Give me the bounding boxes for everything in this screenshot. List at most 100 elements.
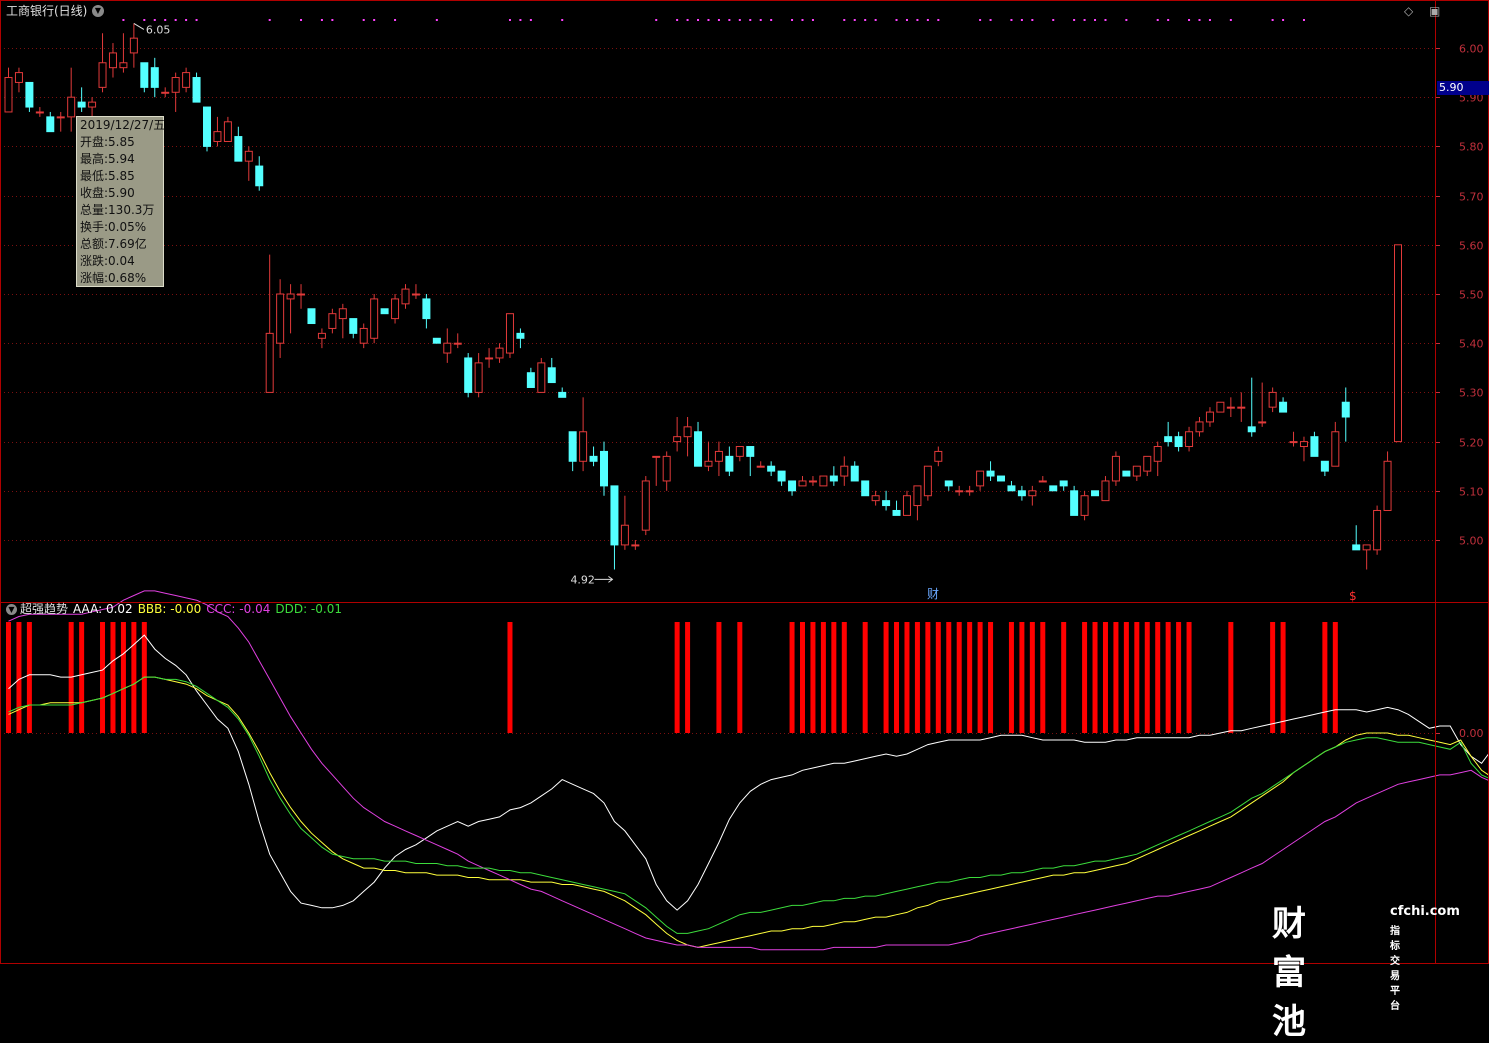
candle-body: [903, 496, 910, 516]
frame: [0, 0, 1489, 964]
event-dot: [1167, 19, 1169, 21]
tooltip-change-pct: 涨幅:0.68%: [80, 270, 163, 287]
candle-body: [130, 38, 137, 53]
candle-body: [1133, 466, 1140, 476]
signal-bar: [685, 622, 690, 733]
event-dot: [1010, 19, 1012, 21]
candle-body: [1280, 402, 1287, 412]
candle-body: [998, 476, 1005, 481]
signal-bar: [1061, 622, 1066, 733]
candle-body: [590, 456, 597, 461]
signal-bar: [507, 622, 512, 733]
price-tick-label: 5.40: [1459, 338, 1484, 351]
candle-body: [245, 151, 252, 161]
candle-body: [120, 63, 127, 68]
candle-body: [1332, 432, 1339, 466]
candle-body: [1206, 412, 1213, 422]
tooltip-amount: 总额:7.69亿: [80, 236, 163, 253]
candle-body: [109, 53, 116, 68]
candle-body: [695, 432, 702, 466]
current-price-badge: 5.90: [1437, 81, 1489, 95]
candle-body: [663, 456, 670, 481]
event-dot: [802, 19, 804, 21]
event-dot: [1031, 19, 1033, 21]
event-dot: [812, 19, 814, 21]
candle-body: [580, 432, 587, 462]
candle-body: [517, 333, 524, 338]
candle-body: [402, 289, 409, 304]
candles[interactable]: [5, 23, 1402, 569]
bbb-value: BBB: -0.00: [138, 602, 202, 616]
candle-body: [183, 73, 190, 88]
candle-body: [1321, 461, 1328, 471]
candle-body: [987, 471, 994, 476]
signal-bar: [1113, 622, 1118, 733]
candle-body: [1060, 481, 1067, 486]
event-dot: [143, 19, 145, 21]
event-dot: [269, 19, 271, 21]
candle-body: [506, 314, 513, 353]
event-dot: [1021, 19, 1023, 21]
signal-bar: [1019, 622, 1024, 733]
candle-body: [89, 102, 96, 107]
candle-body: [914, 486, 921, 506]
signal-bar: [1176, 622, 1181, 733]
event-dot: [196, 19, 198, 21]
price-tick-label: 5.20: [1459, 437, 1484, 450]
event-dot: [373, 19, 375, 21]
price-tick-label: 5.00: [1459, 535, 1484, 548]
candle-body: [527, 373, 534, 388]
signal-bar: [16, 622, 21, 733]
kline-chart-window[interactable]: 6.005.905.805.705.605.505.405.305.205.10…: [0, 0, 1489, 964]
candle-body: [318, 333, 325, 338]
candle-body: [224, 122, 231, 142]
signal-bar: [1166, 622, 1171, 733]
price-tick-label: 5.10: [1459, 486, 1484, 499]
price-tick-label: 5.60: [1459, 240, 1484, 253]
event-dot: [1157, 19, 1159, 21]
signal-bar: [925, 622, 930, 733]
event-dot: [906, 19, 908, 21]
candle-body: [1248, 427, 1255, 432]
event-dot: [707, 19, 709, 21]
candle-body: [36, 112, 43, 113]
event-dot: [927, 19, 929, 21]
signal-bar: [27, 622, 32, 733]
signal-bar: [831, 622, 836, 733]
candle-body: [1081, 496, 1088, 516]
candle-body: [632, 545, 639, 546]
signal-bar: [842, 622, 847, 733]
event-dot: [1094, 19, 1096, 21]
signal-bar: [1093, 622, 1098, 733]
candle-body: [820, 476, 827, 486]
candle-body: [193, 78, 200, 103]
candle-body: [1363, 545, 1370, 550]
candle-body: [1342, 402, 1349, 417]
candle-body: [1374, 510, 1381, 549]
chevron-down-icon[interactable]: ▼: [92, 5, 104, 17]
candle-body: [266, 333, 273, 392]
event-dot: [185, 19, 187, 21]
chart-title: 工商银行(日线): [6, 4, 87, 18]
candle-body: [204, 107, 211, 146]
chart-canvas[interactable]: 6.005.905.805.705.605.505.405.305.205.10…: [0, 0, 1489, 964]
candle-body: [538, 363, 545, 393]
event-dot: [1199, 19, 1201, 21]
event-dot: [363, 19, 365, 21]
signal-bar: [1134, 622, 1139, 733]
window-controls[interactable]: ◇ ▣: [1404, 4, 1446, 18]
candle-body: [1217, 402, 1224, 412]
candle-body: [862, 481, 869, 496]
signal-bar: [1124, 622, 1129, 733]
candle-body: [350, 319, 357, 334]
fin-marker: 财: [927, 587, 939, 601]
event-dot: [770, 19, 772, 21]
candle-body: [893, 510, 900, 515]
indicator-menu-icon[interactable]: ▼: [6, 604, 17, 615]
candle-body: [621, 525, 628, 545]
tooltip-open: 开盘:5.85: [80, 134, 163, 151]
candle-body: [68, 97, 75, 117]
indicator-name[interactable]: 超强趋势: [20, 602, 68, 616]
top-event-dots: [122, 19, 1305, 21]
signal-bar: [946, 622, 951, 733]
